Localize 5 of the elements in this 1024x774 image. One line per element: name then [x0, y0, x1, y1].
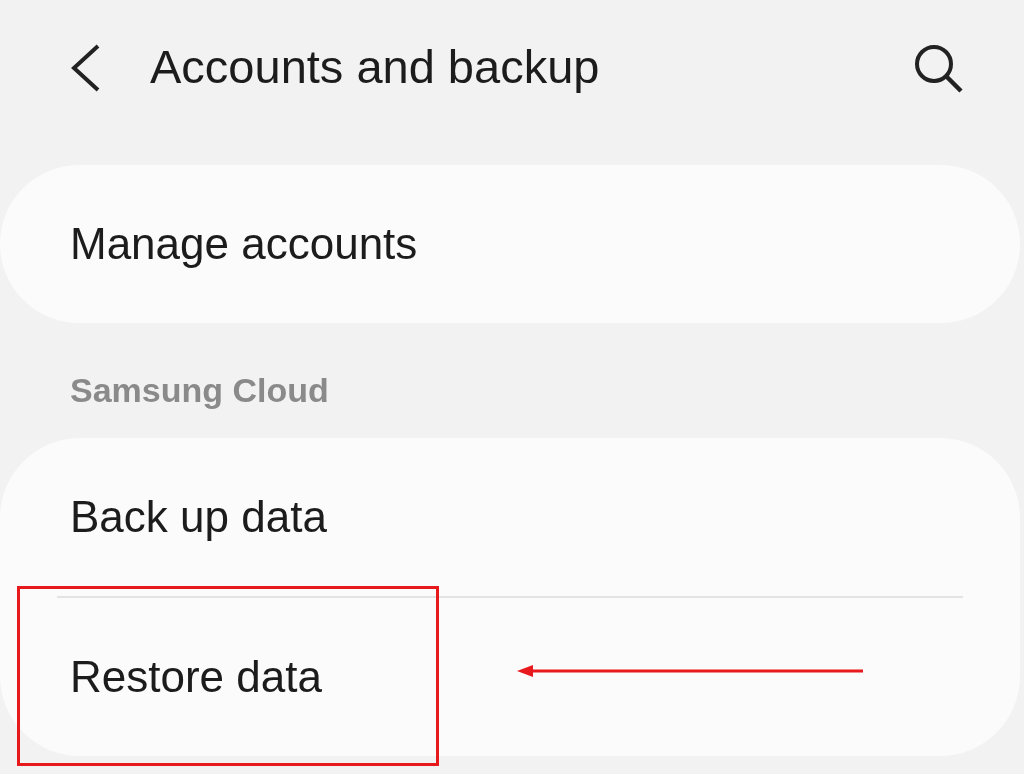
- menu-item[interactable]: Manage accounts: [0, 165, 1020, 323]
- page-title: Accounts and backup: [150, 39, 600, 96]
- section-heading: Samsung Cloud: [69, 370, 330, 411]
- menu-item[interactable]: Restore data: [0, 598, 1020, 756]
- menu-item[interactable]: Back up data: [0, 438, 1020, 596]
